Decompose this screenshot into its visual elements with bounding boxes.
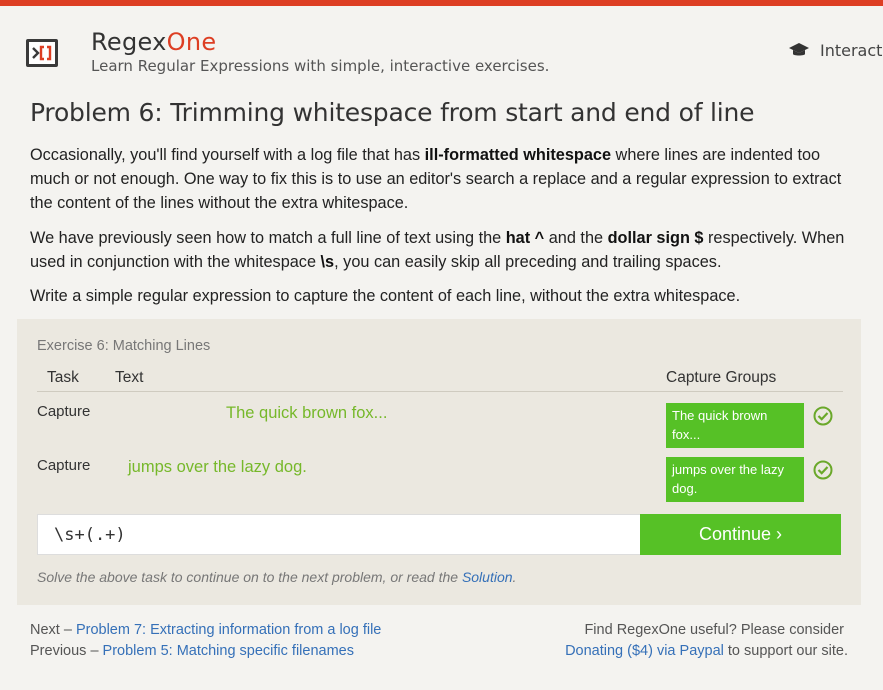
donate-line: Donating ($4) via Paypal to support our … bbox=[565, 643, 848, 659]
row-1-task: Capture bbox=[37, 403, 91, 420]
regexone-logo[interactable] bbox=[26, 39, 58, 67]
row-1-capture-group: The quick brown fox... bbox=[666, 403, 804, 448]
header-text: Text bbox=[115, 369, 144, 386]
success-check-icon bbox=[813, 406, 833, 426]
row-1-text: The quick brown fox... bbox=[226, 404, 388, 422]
continue-button[interactable]: Continue › bbox=[640, 514, 841, 555]
previous-problem-line: Previous – Problem 5: Matching specific … bbox=[30, 643, 354, 659]
row-2-text: jumps over the lazy dog. bbox=[128, 458, 307, 476]
graduation-cap-icon bbox=[789, 42, 809, 55]
row-2-task: Capture bbox=[37, 457, 91, 474]
interactive-label: Interact bbox=[820, 41, 883, 60]
exercise-title: Exercise 6: Matching Lines bbox=[37, 338, 211, 354]
support-text: Find RegexOne useful? Please consider bbox=[584, 622, 844, 638]
exercise-panel: Exercise 6: Matching Lines Task Text Cap… bbox=[17, 319, 861, 605]
header-task: Task bbox=[47, 369, 79, 386]
site-name-part1: Regex bbox=[91, 28, 167, 56]
site-name[interactable]: RegexOne bbox=[91, 28, 216, 56]
next-problem-line: Next – Problem 7: Extracting information… bbox=[30, 622, 382, 638]
row-2-capture-group: jumps over the lazy dog. bbox=[666, 457, 804, 502]
site-tagline: Learn Regular Expressions with simple, i… bbox=[91, 57, 550, 75]
donate-link[interactable]: Donating ($4) via Paypal bbox=[565, 643, 724, 659]
hint-text: Solve the above task to continue on to t… bbox=[37, 569, 517, 585]
site-name-part2: One bbox=[166, 28, 217, 56]
problem-paragraph-1: Occasionally, you'll find yourself with … bbox=[30, 146, 842, 212]
header-divider bbox=[37, 391, 843, 392]
logo-icon bbox=[32, 45, 52, 61]
problem-title: Problem 6: Trimming whitespace from star… bbox=[30, 98, 755, 127]
header-capture-groups: Capture Groups bbox=[666, 369, 777, 386]
problem-paragraph-2: We have previously seen how to match a f… bbox=[30, 229, 845, 271]
interactive-tutorial-link[interactable]: Interact bbox=[788, 41, 882, 60]
problem-paragraph-3: Write a simple regular expression to cap… bbox=[30, 287, 741, 305]
top-accent-bar bbox=[0, 0, 883, 6]
solution-link[interactable]: Solution bbox=[462, 569, 513, 585]
regex-input[interactable] bbox=[37, 514, 641, 555]
success-check-icon bbox=[813, 460, 833, 480]
previous-problem-link[interactable]: Problem 5: Matching specific filenames bbox=[103, 643, 354, 659]
next-problem-link[interactable]: Problem 7: Extracting information from a… bbox=[76, 622, 381, 638]
